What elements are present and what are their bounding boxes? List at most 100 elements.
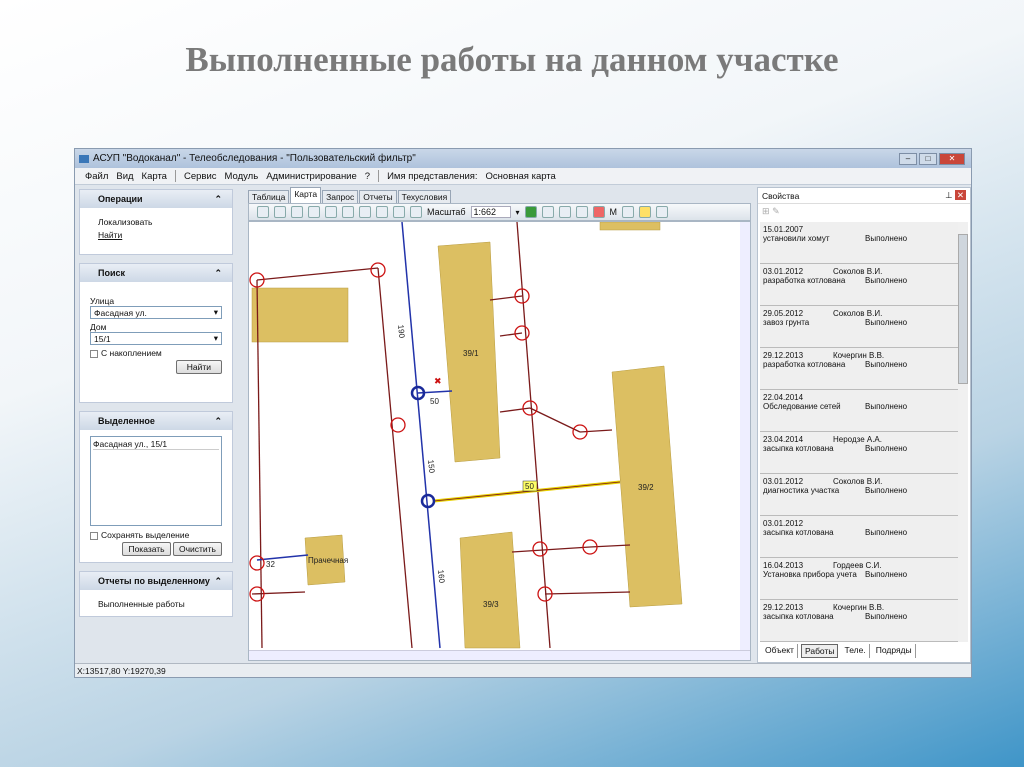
- menu-service[interactable]: Сервис: [184, 171, 217, 182]
- work-row[interactable]: 16.04.2013 Гордеев С.И. Установка прибора…: [760, 558, 958, 600]
- refresh-icon[interactable]: [524, 206, 537, 218]
- work-person: Соколов В.И.: [833, 309, 883, 318]
- building-label: 39/3: [483, 600, 499, 609]
- tab-table[interactable]: Таблица: [248, 190, 290, 203]
- tab-object[interactable]: Объект: [762, 644, 798, 658]
- menu-admin[interactable]: Администрирование: [266, 171, 357, 182]
- pin-icon[interactable]: ⊥: [945, 190, 952, 200]
- map-horizontal-scrollbar[interactable]: [249, 650, 750, 660]
- tab-reports[interactable]: Отчеты: [359, 190, 397, 203]
- menu-module[interactable]: Модуль: [225, 171, 259, 182]
- menu-view[interactable]: Вид: [116, 171, 133, 182]
- work-date: 03.01.2012: [763, 519, 804, 528]
- pointer-icon[interactable]: [325, 206, 337, 218]
- clear-button[interactable]: Очистить: [172, 542, 222, 556]
- hydrant-icon[interactable]: [622, 206, 635, 218]
- add-icon[interactable]: ⊞: [762, 206, 770, 216]
- house-select[interactable]: 15/1 ▾: [90, 332, 222, 345]
- measure-icon[interactable]: [308, 206, 320, 218]
- view-name[interactable]: Основная карта: [486, 171, 556, 182]
- water-pipe[interactable]: [401, 221, 441, 649]
- tab-conditions[interactable]: Техусловия: [397, 190, 452, 203]
- search-title: Поиск: [98, 268, 126, 278]
- select-rect-icon[interactable]: [274, 206, 286, 218]
- tab-contracts[interactable]: Подряды: [873, 644, 916, 658]
- edit-icon[interactable]: ✎: [772, 206, 780, 216]
- map-svg[interactable]: ✖ 190 150 160 50 50 32 39/1 39/2 39/3 Пр…: [249, 221, 739, 650]
- edit-icon[interactable]: [575, 206, 588, 218]
- network-icon[interactable]: [541, 206, 554, 218]
- list-scrollbar[interactable]: [958, 222, 968, 642]
- find-link[interactable]: Найти: [90, 230, 222, 240]
- tab-works[interactable]: Работы: [800, 644, 839, 658]
- collapse-icon[interactable]: ⌃: [214, 268, 222, 279]
- select-icon[interactable]: [257, 206, 269, 218]
- work-row[interactable]: 29.05.2012 Соколов В.И. завоз грунта Выпол…: [760, 306, 958, 348]
- work-date: 15.01.2007: [763, 225, 804, 234]
- collapse-icon[interactable]: ⌃: [214, 194, 222, 205]
- zoom-in-icon[interactable]: [393, 206, 405, 218]
- work-status: Выполнено: [863, 528, 908, 537]
- work-row[interactable]: 22.04.2014 Обследование сетей Выполнено: [760, 390, 958, 432]
- work-row[interactable]: 15.01.2007 установили хомут Выполнено: [760, 222, 958, 264]
- zoom-icon[interactable]: [376, 206, 388, 218]
- valve-icon[interactable]: [558, 206, 571, 218]
- frame-icon[interactable]: [342, 206, 354, 218]
- building-label: Прачечная: [308, 556, 348, 565]
- water-pipe[interactable]: [256, 554, 309, 561]
- list-item[interactable]: Фасадная ул., 15/1: [93, 439, 219, 450]
- work-status: Выполнено: [863, 234, 908, 243]
- work-status: Выполнено: [863, 402, 908, 411]
- save-selection-checkbox[interactable]: [90, 531, 98, 540]
- menu-file[interactable]: Файл: [85, 171, 108, 182]
- target-icon[interactable]: [592, 206, 605, 218]
- scale-dropdown-icon[interactable]: ▾: [516, 208, 520, 217]
- left-panel: Операции ⌃ Локализовать Найти Поиск ⌃ Улиц…: [79, 189, 233, 661]
- collapse-icon[interactable]: ⌃: [214, 576, 222, 587]
- map-canvas[interactable]: ✖ 190 150 160 50 50 32 39/1 39/2 39/3 Пр…: [248, 221, 751, 661]
- building[interactable]: [599, 221, 661, 231]
- work-date: 29.12.2013: [763, 351, 804, 360]
- work-description: засыпка котлована: [763, 528, 834, 537]
- building-39-3[interactable]: [459, 531, 521, 649]
- work-row[interactable]: 23.04.2014 Неродзе А.А. засыпка котлована…: [760, 432, 958, 474]
- tab-tele[interactable]: Теле.: [841, 644, 870, 658]
- layers-icon[interactable]: [359, 206, 371, 218]
- work-person: Соколов В.И.: [833, 477, 883, 486]
- zoom-out-icon[interactable]: [410, 206, 422, 218]
- selected-list[interactable]: Фасадная ул., 15/1: [90, 436, 222, 526]
- maximize-button[interactable]: □: [919, 152, 937, 165]
- menu-help[interactable]: ?: [365, 171, 370, 182]
- pan-hand-icon[interactable]: [291, 206, 303, 218]
- minimize-button[interactable]: –: [899, 152, 917, 165]
- pipe-label: 150: [426, 459, 436, 474]
- work-row[interactable]: 29.12.2013 Кочергин В.В. разработка котло…: [760, 348, 958, 390]
- map-vertical-scrollbar[interactable]: [740, 222, 750, 660]
- work-date: 29.05.2012: [763, 309, 804, 318]
- work-row[interactable]: 03.01.2012 засыпка котлована Выполнено: [760, 516, 958, 558]
- title-bar: АСУП "Водоканал" - Телеобследования - "П…: [75, 149, 971, 168]
- break-marker-icon: ✖: [434, 376, 442, 386]
- close-panel-icon[interactable]: ✕: [954, 190, 966, 200]
- show-button[interactable]: Показать: [122, 542, 171, 556]
- completed-works-link[interactable]: Выполненные работы: [90, 599, 222, 609]
- street-select[interactable]: Фасадная ул. ▾: [90, 306, 222, 319]
- work-status: Выполнено: [863, 444, 908, 453]
- work-row[interactable]: 03.01.2012 Соколов В.И. диагностика участ…: [760, 474, 958, 516]
- work-row[interactable]: 03.01.2012 Соколов В.И. разработка котлов…: [760, 264, 958, 306]
- note-icon[interactable]: [656, 206, 669, 218]
- localize-link[interactable]: Локализовать: [90, 217, 222, 227]
- scale-select[interactable]: 1:662: [470, 206, 511, 218]
- find-button[interactable]: Найти: [175, 360, 222, 374]
- collapse-icon[interactable]: ⌃: [214, 416, 222, 427]
- building[interactable]: [251, 287, 349, 343]
- window-title: АСУП "Водоканал" - Телеобследования - "П…: [93, 153, 416, 164]
- tab-query[interactable]: Запрос: [322, 190, 359, 203]
- m-button[interactable]: M: [610, 207, 618, 217]
- close-button[interactable]: ✕: [939, 152, 965, 165]
- bulb-icon[interactable]: [639, 206, 652, 218]
- tab-map[interactable]: Карта: [290, 187, 322, 203]
- menu-map[interactable]: Карта: [142, 171, 167, 182]
- work-row[interactable]: 29.12.2013 Кочергин В.В. засыпка котлован…: [760, 600, 958, 642]
- accumulate-checkbox[interactable]: [90, 349, 98, 358]
